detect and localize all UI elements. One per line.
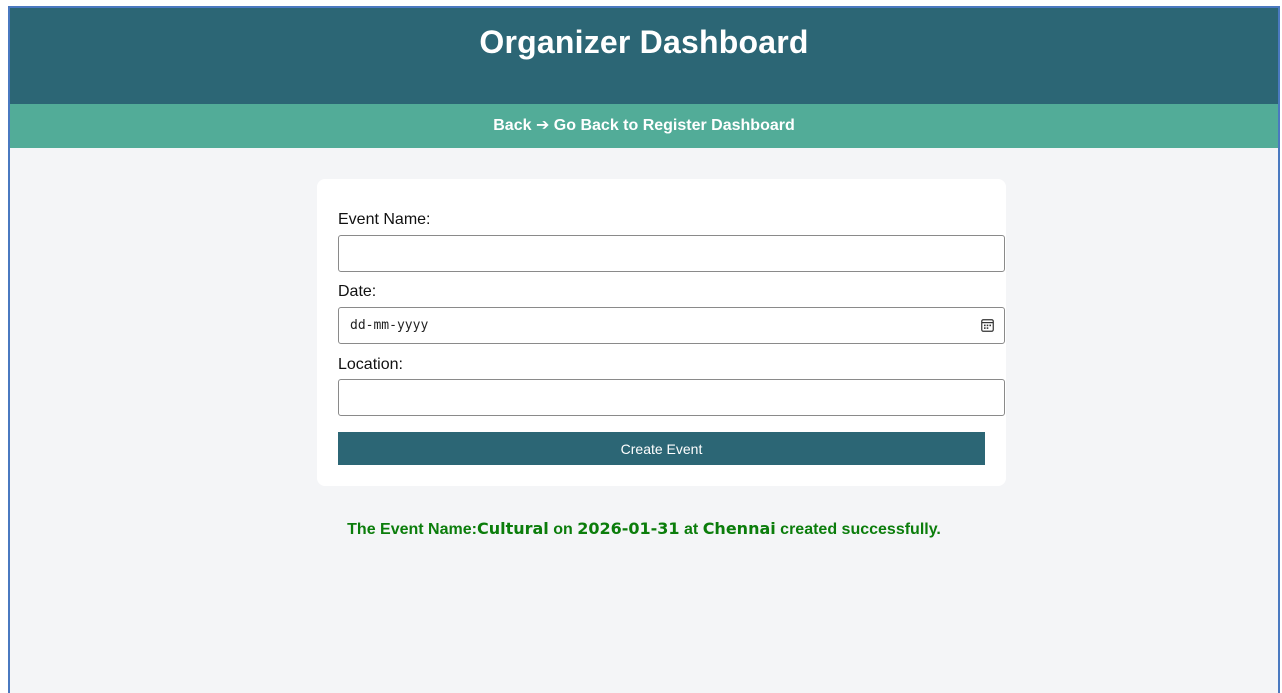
date-input[interactable]: dd-mm-yyyy xyxy=(338,307,1005,344)
location-input[interactable] xyxy=(338,379,1005,416)
success-message: The Event Name:Cultural on 2026-01-31 at… xyxy=(10,519,1278,539)
date-placeholder: dd-mm-yyyy xyxy=(350,318,429,333)
back-to-register-dashboard-link[interactable]: Back ➔ Go Back to Register Dashboard xyxy=(493,115,795,135)
date-label: Date: xyxy=(338,283,377,300)
message-event-name: Cultural xyxy=(476,519,549,538)
nav-bar: Back ➔ Go Back to Register Dashboard xyxy=(10,104,1278,148)
message-suffix: created successfully. xyxy=(775,521,941,538)
calendar-icon[interactable] xyxy=(980,319,994,333)
page-title: Organizer Dashboard xyxy=(479,24,809,60)
message-on-text: on xyxy=(548,521,578,538)
page-header: Organizer Dashboard xyxy=(10,8,1278,104)
message-date: 2026-01-31 xyxy=(577,519,680,538)
app-frame: Organizer Dashboard Back ➔ Go Back to Re… xyxy=(8,6,1280,693)
event-name-input[interactable] xyxy=(338,235,1005,272)
event-name-label: Event Name: xyxy=(338,211,431,228)
create-event-form: Event Name: Date: dd-mm-yyyy Location: C… xyxy=(317,179,1006,486)
message-at-text: at xyxy=(679,521,703,538)
message-location: Chennai xyxy=(702,519,776,538)
location-label: Location: xyxy=(338,356,403,373)
create-event-button[interactable]: Create Event xyxy=(338,432,985,465)
message-prefix: The Event Name: xyxy=(347,521,477,538)
